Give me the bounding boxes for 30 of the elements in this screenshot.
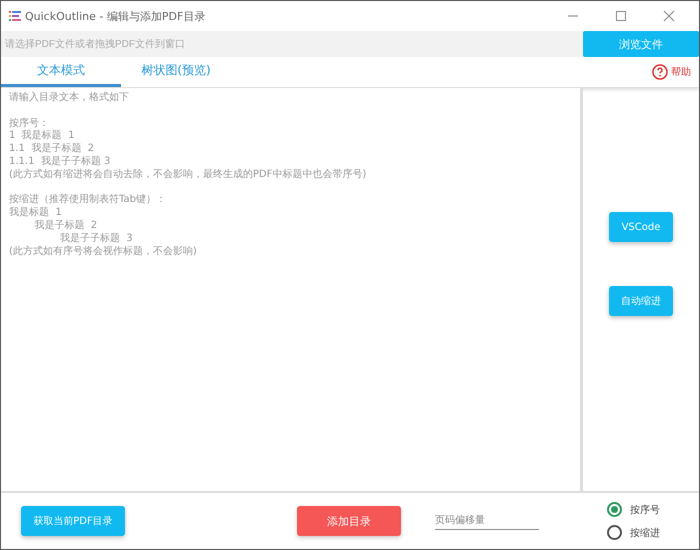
page-offset-field[interactable]: 页码偏移量 [435,512,539,530]
browse-button[interactable]: 浏览文件 [583,31,699,57]
mode-radio[interactable]: 按缩进 [607,525,687,540]
placeholder-line: 1.1.1 我是子子标题 3 [9,156,110,168]
side-button[interactable]: 自动缩进 [609,286,673,316]
help-icon [652,64,668,80]
placeholder-line: 我是子子标题 3 [58,232,133,246]
placeholder-line: (此方式如有缩进将会自动去除，不会影响，最终生成的PDF中标题中也会带序号) [9,168,366,182]
mode-radio[interactable]: 按序号 [607,502,687,517]
placeholder-line: 1.1 我是子标题 2 [9,143,94,156]
radio-label: 按缩进 [630,526,660,540]
file-path-field[interactable]: 请选择PDF文件或者拖拽PDF文件到窗口 [1,31,583,57]
list-icon [9,10,21,22]
placeholder-line: 按缩进（推荐使用制表符Tab键）： [9,194,166,206]
maximize-icon[interactable] [615,10,627,22]
tab[interactable]: 文本模式 [1,57,121,87]
get-outline-button[interactable]: 获取当前PDF目录 [21,506,125,536]
placeholder-line: 按序号： [9,118,49,130]
placeholder-line: 请输入目录文本，格式如下 [9,92,129,105]
close-icon[interactable] [663,10,675,22]
add-outline-button[interactable]: 添加目录 [297,506,401,536]
tab[interactable]: 树状图(预览) [121,57,231,87]
placeholder-line: 我是子标题 2 [33,220,98,232]
window-title: QuickOutline - 编辑与添加PDF目录 [25,8,206,24]
placeholder-line: (此方式如有序号将会视作标题，不会影响) [9,246,197,258]
help-button[interactable]: 帮助 [644,57,699,87]
placeholder-line: 1 我是标题 1 [9,130,74,142]
side-button[interactable]: VSCode [609,212,673,242]
radio-label: 按序号 [630,504,660,516]
placeholder-line: 我是标题 1 [9,207,62,220]
